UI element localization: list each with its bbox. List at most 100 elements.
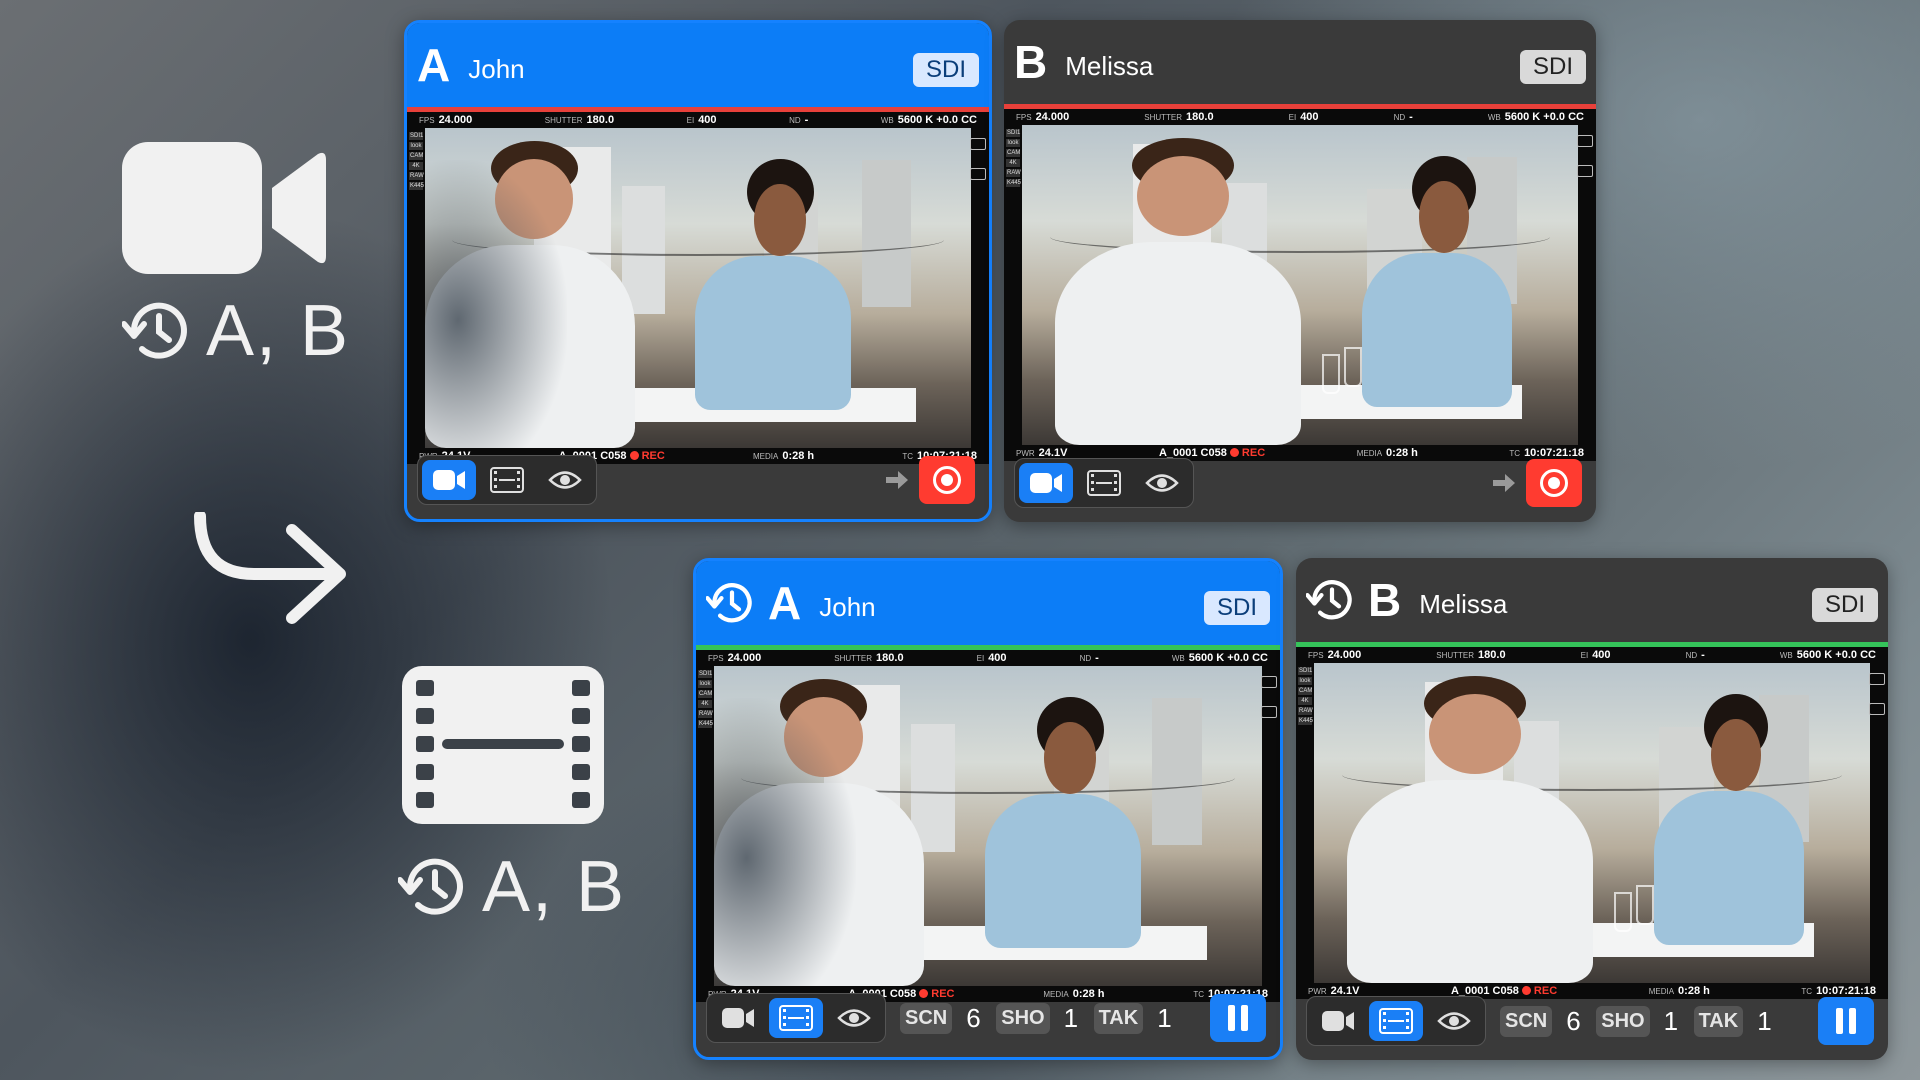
- video-frame: [425, 128, 971, 448]
- record-controls: [883, 456, 975, 504]
- side-tag: RAW: [698, 710, 713, 718]
- clock-history-icon: [1306, 580, 1352, 620]
- clip-mode-button[interactable]: [769, 998, 823, 1038]
- preview-mode-button[interactable]: [1135, 463, 1189, 503]
- camera-history-text: A, B: [206, 291, 351, 371]
- camera-mode-button[interactable]: [1311, 1001, 1365, 1041]
- pause-icon: [1836, 1008, 1843, 1034]
- sdi-badge[interactable]: SDI: [1812, 588, 1878, 622]
- video-camera-icon: [1322, 1011, 1354, 1031]
- pause-button[interactable]: [1818, 997, 1874, 1045]
- take-label: TAK: [1693, 1005, 1744, 1037]
- camera-status-top: FPS 24.000 SHUTTER 180.0 EI 400 ND - WB 5600 …: [1308, 649, 1876, 661]
- panel-header[interactable]: B Melissa SDI: [1296, 558, 1888, 642]
- view-mode-segmented-control: [1306, 996, 1486, 1046]
- eye-icon: [1437, 1012, 1471, 1030]
- curved-arrow-icon: [192, 510, 352, 647]
- person-man: [1347, 675, 1603, 983]
- camera-name: Melissa: [1419, 588, 1508, 619]
- camera-mode-button[interactable]: [1019, 463, 1073, 503]
- scene-label: SCN: [900, 1002, 953, 1034]
- camera-history-label: A, B: [122, 290, 350, 372]
- shot-value[interactable]: 1: [1064, 1003, 1080, 1034]
- clip-mode-button[interactable]: [1077, 463, 1131, 503]
- video-preview[interactable]: FPS 24.000 SHUTTER 180.0 EI 400 ND - WB 5600 …: [696, 650, 1280, 1002]
- panel-header[interactable]: A John SDI: [407, 23, 989, 107]
- take-value[interactable]: 1: [1757, 1006, 1773, 1037]
- side-tags: SDI1 look CAM 4K RAW K445: [409, 132, 424, 190]
- camera-letter: B: [1014, 36, 1048, 88]
- camera-panel-b[interactable]: B Melissa SDI FPS 24.000 SHUTTER 180.0 E…: [1004, 20, 1596, 522]
- filmstrip-icon: [1379, 1008, 1413, 1034]
- shot-value[interactable]: 1: [1664, 1006, 1680, 1037]
- side-tags: SDI1 look CAM 4K RAW K445: [1298, 667, 1313, 725]
- scene-value[interactable]: 6: [1566, 1006, 1582, 1037]
- slate-info: SCN 6 SHO 1 TAK 1: [900, 1002, 1173, 1034]
- take-label: TAK: [1093, 1002, 1144, 1034]
- camera-panel-b-clip[interactable]: B Melissa SDI FPS 24.000 SHUTTER 180.0 E…: [1296, 558, 1888, 1060]
- clip-mode-button[interactable]: [1369, 1001, 1423, 1041]
- side-tag: SDI1: [1006, 129, 1021, 137]
- side-tag: 4K: [1006, 159, 1020, 167]
- arrow-right-icon[interactable]: [883, 466, 911, 494]
- preview-mode-button[interactable]: [827, 998, 881, 1038]
- side-tag: RAW: [409, 172, 424, 180]
- side-tag: CAM: [1006, 149, 1021, 157]
- video-frame: [714, 666, 1262, 986]
- panel-header[interactable]: B Melissa SDI: [1004, 20, 1596, 104]
- preview-mode-button[interactable]: [1427, 1001, 1481, 1041]
- person-woman: [1344, 151, 1522, 407]
- camera-status-top: FPS 24.000 SHUTTER 180.0 EI 400 ND - WB 5600 …: [419, 114, 977, 126]
- panel-toolbar: [1004, 444, 1596, 522]
- camera-mode-button[interactable]: [422, 460, 476, 500]
- filmstrip-icon: [490, 467, 524, 493]
- record-button[interactable]: [919, 456, 975, 504]
- sdi-badge[interactable]: SDI: [1520, 50, 1586, 84]
- record-icon: [1540, 469, 1568, 497]
- person-woman: [1636, 689, 1814, 945]
- sdi-badge[interactable]: SDI: [913, 53, 979, 87]
- clip-history-label: A, B: [398, 846, 626, 928]
- video-preview[interactable]: FPS 24.000 SHUTTER 180.0 EI 400 ND - WB 5600 …: [1004, 109, 1596, 461]
- side-tag: look: [1298, 677, 1312, 685]
- side-tag: SDI1: [698, 670, 713, 678]
- side-tag: 4K: [409, 162, 423, 170]
- take-value[interactable]: 1: [1157, 1003, 1173, 1034]
- side-tag: SDI1: [409, 132, 424, 140]
- side-icons: [1577, 135, 1593, 177]
- view-mode-segmented-control: [1014, 458, 1194, 508]
- playback-controls: [1210, 994, 1266, 1042]
- preview-mode-button[interactable]: [538, 460, 592, 500]
- sdi-badge[interactable]: SDI: [1204, 591, 1270, 625]
- display-icon: [1577, 135, 1593, 147]
- side-tag: CAM: [409, 152, 424, 160]
- signal-icon: [1577, 165, 1593, 177]
- side-tag: CAM: [1298, 687, 1313, 695]
- panel-header[interactable]: A John SDI: [696, 561, 1280, 645]
- side-tag: K445: [698, 720, 714, 728]
- scene-value[interactable]: 6: [966, 1003, 982, 1034]
- pause-button[interactable]: [1210, 994, 1266, 1042]
- camera-mode-button[interactable]: [711, 998, 765, 1038]
- clock-history-icon: [398, 858, 463, 915]
- camera-name: John: [819, 591, 876, 622]
- clip-mode-button[interactable]: [480, 460, 534, 500]
- signal-icon: [970, 168, 986, 180]
- scene-label: SCN: [1500, 1005, 1553, 1037]
- side-tag: SDI1: [1298, 667, 1313, 675]
- view-mode-segmented-control: [706, 993, 886, 1043]
- clock-history-icon: [706, 583, 752, 623]
- eye-icon: [548, 471, 582, 489]
- camera-panel-a[interactable]: A John SDI FPS 24.000 SHUTTER 180.0 EI 4…: [404, 20, 992, 522]
- record-button[interactable]: [1526, 459, 1582, 507]
- camera-panel-a-clip[interactable]: A John SDI FPS 24.000 SHUTTER 180.0 EI 4…: [693, 558, 1283, 1060]
- side-icons: [970, 138, 986, 180]
- side-tag: look: [409, 142, 423, 150]
- side-tag: RAW: [1298, 707, 1313, 715]
- video-preview[interactable]: FPS 24.000 SHUTTER 180.0 EI 400 ND - WB 5600 …: [407, 112, 989, 464]
- filmstrip-icon: [1087, 470, 1121, 496]
- pause-icon: [1228, 1005, 1235, 1031]
- arrow-right-icon[interactable]: [1490, 469, 1518, 497]
- video-preview[interactable]: FPS 24.000 SHUTTER 180.0 EI 400 ND - WB 5600 …: [1296, 647, 1888, 999]
- view-mode-segmented-control: [417, 455, 597, 505]
